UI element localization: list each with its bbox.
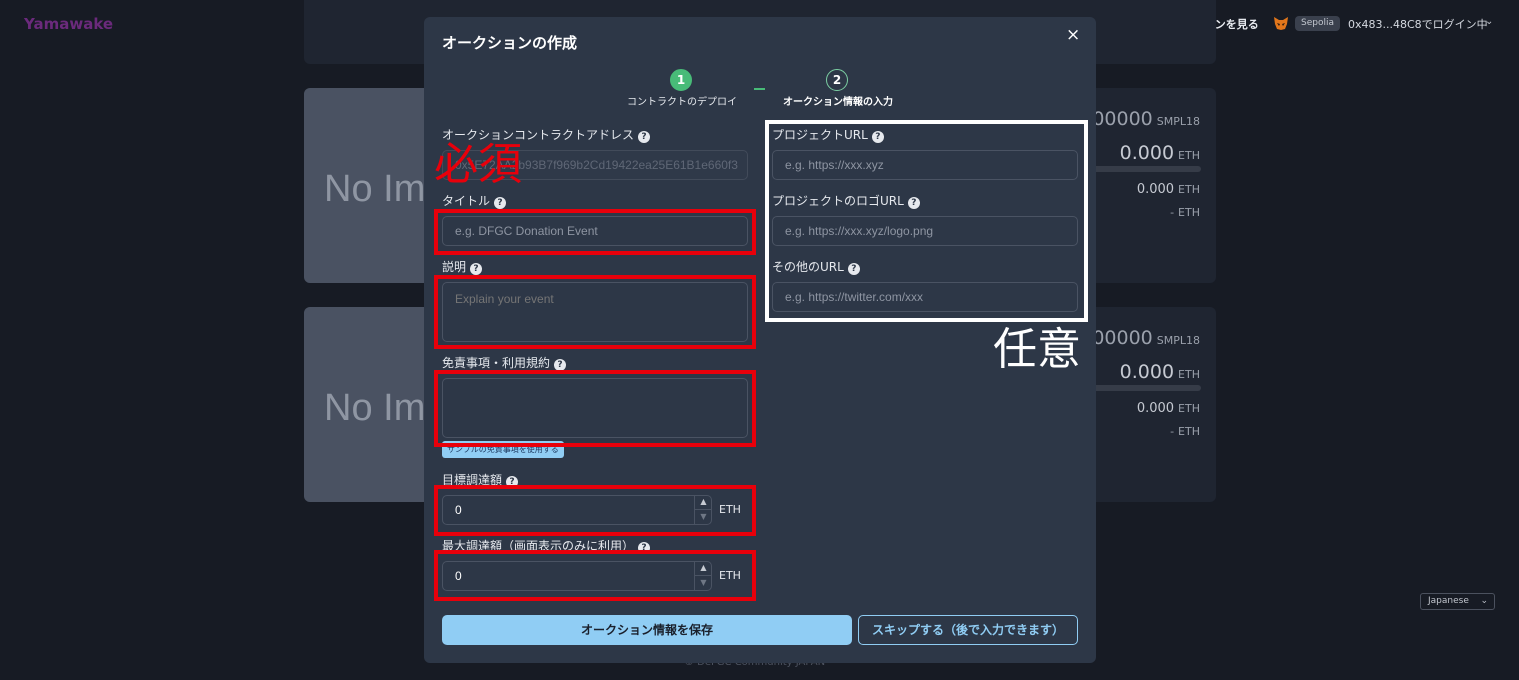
step-connector: [754, 88, 765, 90]
token-amount: 00000 SMPL18: [1092, 108, 1200, 130]
optional-annotation: 任意: [993, 324, 1081, 375]
required-highlight-description: [434, 275, 756, 349]
chevron-down-icon[interactable]: ⌄: [1485, 16, 1493, 27]
step-1-indicator: 1: [670, 69, 692, 91]
save-auction-info-button[interactable]: オークション情報を保存: [442, 615, 852, 645]
required-highlight-max: [434, 550, 756, 601]
required-highlight-title: [434, 209, 756, 255]
step-2-indicator: 2: [826, 69, 848, 91]
fox-icon: [1274, 17, 1288, 30]
progress-bar: [1083, 385, 1201, 391]
step-2-label: オークション情報の入力: [783, 97, 893, 108]
language-select[interactable]: Japanese ⌄: [1420, 593, 1495, 610]
required-annotation: 必須: [434, 139, 522, 190]
target-amount: - ETH: [1170, 206, 1200, 219]
modal-title: オークションの作成: [442, 34, 578, 52]
skip-button[interactable]: スキップする（後で入力できます）: [858, 615, 1078, 645]
required-highlight-terms: [434, 370, 756, 447]
terms-label: 免責事項・利用規約?: [442, 354, 567, 371]
account-status[interactable]: 0x483...48C8でログイン中: [1348, 16, 1488, 32]
step-1-label: コントラクトのデプロイ: [627, 97, 737, 108]
target-amount: - ETH: [1170, 425, 1200, 438]
network-badge: Sepolia: [1295, 16, 1340, 31]
sub-raised: 0.000 ETH: [1136, 401, 1200, 416]
help-icon[interactable]: ?: [470, 263, 483, 275]
optional-highlight-urls: [765, 120, 1088, 322]
raised-amount: 0.000 ETH: [1119, 361, 1200, 383]
sub-raised: 0.000 ETH: [1136, 182, 1200, 197]
description-label: 説明?: [442, 258, 483, 275]
progress-bar: [1083, 166, 1201, 172]
raised-amount: 0.000 ETH: [1119, 142, 1200, 164]
required-highlight-target: [434, 485, 756, 536]
chevron-down-icon: ⌄: [1480, 596, 1488, 606]
token-amount: 00000 SMPL18: [1092, 327, 1200, 349]
help-icon[interactable]: ?: [638, 131, 651, 143]
title-label: タイトル?: [442, 192, 507, 209]
help-icon[interactable]: ?: [494, 197, 507, 209]
brand-logo[interactable]: Yamawake: [24, 15, 113, 33]
close-icon[interactable]: ×: [1066, 25, 1080, 45]
